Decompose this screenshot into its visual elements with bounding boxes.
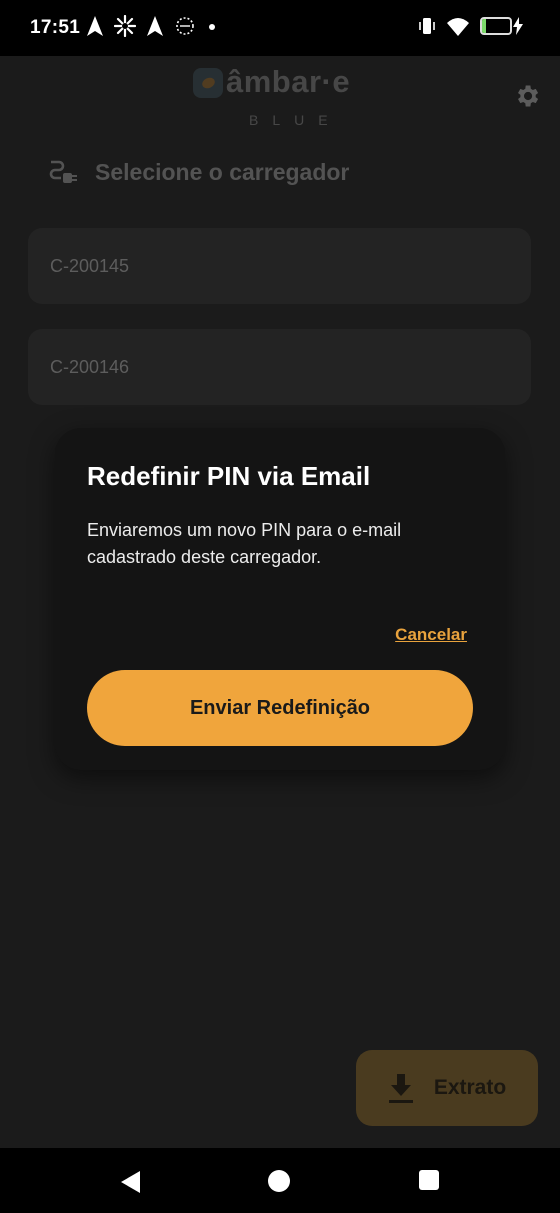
dot-icon [209, 24, 215, 30]
back-icon[interactable] [120, 1170, 142, 1194]
gear-icon[interactable] [513, 82, 541, 110]
logo-subtitle: BLUE [249, 112, 342, 128]
download-icon [388, 1074, 413, 1103]
section-title-text: Selecione o carregador [95, 158, 350, 185]
extrato-button[interactable]: Extrato [356, 1050, 538, 1126]
logo-mark-icon [193, 68, 223, 98]
status-icons-right: 14 [418, 15, 524, 37]
home-icon[interactable] [268, 1170, 290, 1192]
reset-pin-dialog: Redefinir PIN via Email Enviaremos um no… [55, 428, 505, 770]
recents-icon[interactable] [419, 1170, 439, 1190]
ev-plug-icon [49, 160, 77, 183]
cancel-button[interactable]: Cancelar [395, 625, 467, 645]
dialog-title: Redefinir PIN via Email [87, 461, 371, 491]
status-time: 17:51 [30, 17, 81, 38]
battery-level: 14 [488, 18, 504, 33]
send-reset-button[interactable]: Enviar Redefinição [87, 670, 473, 746]
status-bar: 17:51 14 [0, 0, 560, 56]
charger-item[interactable]: C-200145 [28, 228, 531, 304]
app-logo: âmbar·e BLUE [193, 64, 373, 128]
vibrate-icon [419, 18, 435, 34]
charger-item[interactable]: C-200146 [28, 329, 531, 405]
section-title: Selecione o carregador [47, 156, 349, 188]
status-icons-left [86, 15, 218, 37]
navigation-arrow-icon [87, 16, 103, 36]
charger-id: C-200145 [50, 255, 130, 276]
system-nav-bar [0, 1148, 560, 1213]
charger-id: C-200146 [50, 356, 130, 377]
pinwheel-icon [114, 15, 136, 37]
charging-bolt-icon [513, 17, 523, 35]
circle-badge-icon [176, 17, 194, 35]
dialog-message: Enviaremos um novo PIN para o e-mail cad… [87, 520, 402, 567]
logo-wordmark: âmbar·e [226, 64, 351, 99]
battery-icon: 14 [480, 17, 524, 35]
wifi-icon [447, 18, 469, 36]
extrato-label: Extrato [433, 1076, 507, 1099]
navigation-arrow-icon [147, 16, 163, 36]
